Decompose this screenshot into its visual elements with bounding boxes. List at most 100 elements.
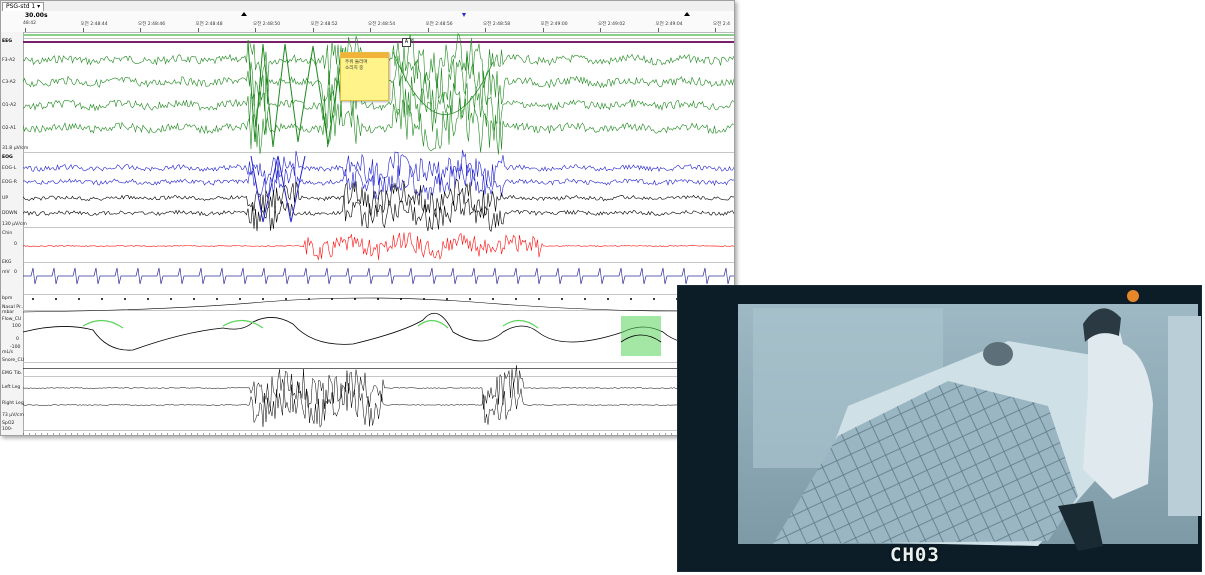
spo2-tick xyxy=(449,433,450,435)
channel-o2-a1[interactable]: O2-A1 xyxy=(2,126,16,131)
heart-rate-dot xyxy=(630,298,632,300)
channel-emg-tib[interactable]: EMG Tib. xyxy=(2,371,22,376)
channel-left-leg[interactable]: Left Leg xyxy=(2,385,20,390)
spo2-tick xyxy=(401,433,402,435)
event-marker[interactable]: A xyxy=(402,38,411,47)
heart-rate-dot xyxy=(101,298,103,300)
channel-divider xyxy=(23,227,734,228)
spo2-tick xyxy=(509,433,510,435)
spo2-tick xyxy=(533,433,534,435)
spo2-tick xyxy=(659,433,660,435)
spo2-tick xyxy=(623,433,624,435)
channel-c3-a2[interactable]: C3-A2 xyxy=(2,80,16,85)
spo2-tick xyxy=(185,433,186,435)
spo2-tick xyxy=(497,433,498,435)
time-tick-label: 오전 2:4 xyxy=(713,22,730,27)
spo2-tick xyxy=(377,433,378,435)
heart-rate-dot xyxy=(607,298,609,300)
spo2-tick xyxy=(215,433,216,435)
spo2-tick xyxy=(203,433,204,435)
time-tick-label: 오전 2:48:52 xyxy=(310,22,338,27)
channel-divider xyxy=(23,262,734,263)
spo2-tick xyxy=(347,433,348,435)
channel-eog-r[interactable]: EOG-R xyxy=(2,180,17,185)
channel-eog-l[interactable]: EOG-L xyxy=(2,166,16,171)
spo2-tick xyxy=(167,433,168,435)
channel-o1-a2[interactable]: O1-A2 xyxy=(2,103,16,108)
channel-down[interactable]: DOWN xyxy=(2,211,17,216)
corner-logo-icon xyxy=(1127,290,1139,302)
spo2-tick xyxy=(293,433,294,435)
spo2-tick xyxy=(29,433,30,435)
spo2-tick xyxy=(455,433,456,435)
spo2-tick xyxy=(65,433,66,435)
spo2-tick xyxy=(581,433,582,435)
time-tick-label: 오전 2:49:02 xyxy=(598,22,626,27)
spo2-tick xyxy=(209,433,210,435)
spo2-tick xyxy=(131,433,132,435)
annotation-note[interactable]: 주위 둘러며 소리치 중 xyxy=(340,52,389,101)
spo2-tick xyxy=(365,433,366,435)
eog-trace-1 xyxy=(23,149,734,187)
heart-rate-dot xyxy=(561,298,563,300)
annotation-note-text: 주위 둘러며 소리치 중 xyxy=(345,60,368,71)
time-ruler[interactable]: 30.00s 48:42 오전 2:48:44 오전 2:48:46 오전 2:48:… xyxy=(1,11,734,33)
channel-chin[interactable]: Chin xyxy=(2,231,12,236)
spo2-tick xyxy=(149,433,150,435)
eeg-trace-4 xyxy=(23,97,734,155)
channel-right-leg[interactable]: Right Leg xyxy=(2,401,24,406)
heart-rate-dot xyxy=(285,298,287,300)
equipment-rack xyxy=(1168,316,1201,516)
spo2-tick xyxy=(329,433,330,435)
channel-f3-a2[interactable]: F3-A2 xyxy=(2,58,15,63)
spo2-tick xyxy=(575,433,576,435)
spo2-tick xyxy=(269,433,270,435)
left-cursor-marker xyxy=(241,12,247,16)
blue-cursor-marker xyxy=(462,13,466,17)
heart-rate-dot xyxy=(32,298,34,300)
chin-trace xyxy=(23,232,734,260)
right-cursor-marker xyxy=(684,12,690,16)
nasal-pressure-trace xyxy=(23,297,734,313)
channel-group-eog[interactable]: EOG xyxy=(2,155,13,160)
channel-spo2[interactable]: SpO2 xyxy=(2,421,14,426)
psg-viewer-window[interactable]: PSG-std 1 ▾ 30.00s 48:42 오전 2:48:44 오전 2:4… xyxy=(0,0,735,436)
nasal-unit: mbar xyxy=(2,310,15,315)
heart-rate-dot xyxy=(584,298,586,300)
spo2-tick xyxy=(143,433,144,435)
time-tick-label: 오전 2:48:56 xyxy=(425,22,453,27)
spo2-tick xyxy=(221,433,222,435)
spo2-tick xyxy=(317,433,318,435)
spo2-tick xyxy=(137,433,138,435)
heart-rate-dot xyxy=(492,298,494,300)
time-tick-label: 오전 2:48:48 xyxy=(195,22,223,27)
spo2-tick xyxy=(557,433,558,435)
channel-bpm[interactable]: bpm xyxy=(2,296,12,301)
heart-rate-dot xyxy=(78,298,80,300)
spo2-tick xyxy=(545,433,546,435)
channel-up[interactable]: UP xyxy=(2,196,8,201)
spo2-tick xyxy=(257,433,258,435)
spo2-tick xyxy=(59,433,60,435)
video-frame xyxy=(678,286,1201,571)
time-tick-label: 오전 2:48:50 xyxy=(253,22,281,27)
spo2-tick xyxy=(527,433,528,435)
time-tick-label: 오전 2:49:00 xyxy=(540,22,568,27)
spo2-tick xyxy=(35,433,36,435)
spo2-tick xyxy=(425,433,426,435)
channel-flow-cu[interactable]: Flow_CU xyxy=(2,317,21,322)
flow-event-box xyxy=(621,316,661,356)
spo2-tick xyxy=(77,433,78,435)
spo2-tick xyxy=(479,433,480,435)
spo2-tick xyxy=(653,433,654,435)
channel-group-eeg[interactable]: EEG xyxy=(2,39,12,44)
spo2-tick xyxy=(473,433,474,435)
spo2-tick xyxy=(551,433,552,435)
heart-rate-dot xyxy=(538,298,540,300)
video-monitor-panel[interactable]: CH03 xyxy=(677,285,1202,572)
heart-rate-dot xyxy=(239,298,241,300)
channel-ekg[interactable]: EKG xyxy=(2,260,11,265)
channel-snore-cu[interactable]: Snore_CU xyxy=(2,358,24,363)
spo2-tick xyxy=(521,433,522,435)
spo2-tick xyxy=(353,433,354,435)
